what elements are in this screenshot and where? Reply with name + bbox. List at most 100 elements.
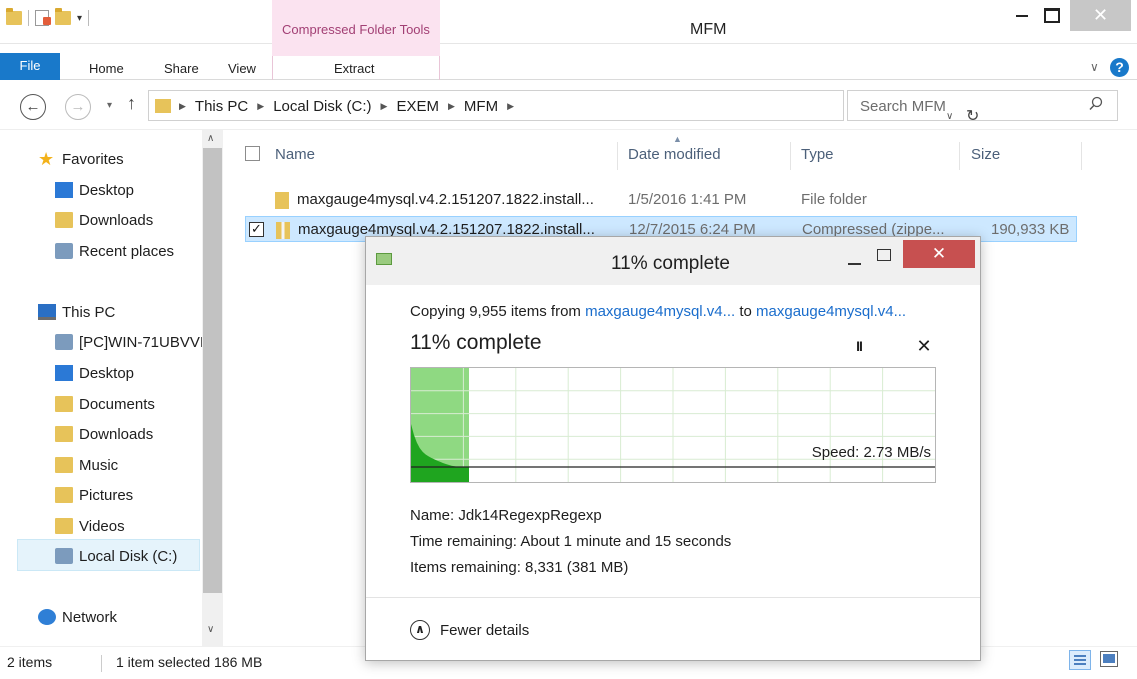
customize-toolbar-icon[interactable]: ▾ — [77, 13, 82, 24]
nav-label: Recent places — [79, 242, 175, 260]
contextual-tab-header: Compressed Folder Tools — [272, 0, 440, 56]
back-button[interactable]: ← — [20, 94, 46, 120]
new-folder-icon[interactable] — [55, 8, 71, 25]
address-bar[interactable]: ▶ This PC ▶ Local Disk (C:) ▶ EXEM ▶ MFM… — [148, 90, 979, 125]
tab-file[interactable]: File — [0, 53, 60, 80]
contextual-tab-label: Compressed Folder Tools — [282, 22, 430, 37]
nav-local-disk[interactable]: Local Disk (C:) — [55, 543, 177, 569]
nav-pictures[interactable]: Pictures — [55, 482, 133, 508]
nav-label: Downloads — [79, 211, 154, 229]
dialog-close-button[interactable]: ✕ — [903, 240, 975, 268]
large-icons-view-button[interactable] — [1100, 651, 1118, 667]
nav-scrollbar-thumb[interactable] — [203, 148, 222, 593]
computer-icon — [38, 304, 56, 320]
breadcrumb-this-pc[interactable]: This PC — [195, 98, 248, 115]
recent-places-icon — [55, 243, 73, 259]
chevron-up-icon: ∧ — [410, 620, 430, 640]
nav-videos[interactable]: Videos — [55, 513, 125, 539]
table-row[interactable]: maxgauge4mysql.v4.2.151207.1822.install.… — [245, 187, 1077, 213]
chevron-right-icon[interactable]: ▶ — [448, 101, 455, 112]
dialog-minimize-button[interactable] — [848, 263, 861, 265]
column-date-modified[interactable]: Date modified — [628, 146, 721, 163]
network-icon — [38, 609, 56, 625]
minimize-button[interactable] — [1007, 0, 1037, 31]
dialog-maximize-button[interactable] — [877, 249, 891, 261]
column-divider[interactable] — [1081, 142, 1082, 170]
fewer-details-button[interactable]: ∧ Fewer details — [410, 620, 529, 640]
details-view-button[interactable] — [1069, 650, 1091, 670]
nav-pc-name[interactable]: [PC]WIN-71UBVVI — [55, 329, 204, 355]
sort-ascending-icon: ▲ — [673, 134, 682, 144]
documents-icon — [55, 396, 73, 412]
dialog-footer: ∧ Fewer details — [366, 597, 980, 660]
destination-link[interactable]: maxgauge4mysql.v4... — [756, 303, 906, 320]
drive-icon — [55, 548, 73, 564]
copy-prefix: Copying 9,955 items from — [410, 303, 586, 320]
source-link[interactable]: maxgauge4mysql.v4... — [585, 303, 735, 320]
address-row: ← → ▾ ↑ ▶ This PC ▶ Local Disk (C:) ▶ EX… — [0, 80, 1137, 130]
nav-recent-places[interactable]: Recent places — [55, 238, 174, 264]
column-type[interactable]: Type — [801, 146, 834, 163]
ribbon-tabs: File Home Share View Extract ∨ ? — [0, 53, 1137, 80]
scroll-down-icon[interactable]: ∨ — [207, 624, 214, 635]
column-divider[interactable] — [959, 142, 960, 170]
toolbar-divider — [28, 10, 29, 26]
copy-description: Copying 9,955 items from maxgauge4mysql.… — [410, 303, 906, 320]
pause-button[interactable]: II — [849, 335, 869, 357]
chevron-right-icon[interactable]: ▶ — [507, 101, 514, 112]
nav-pc-desktop[interactable]: Desktop — [55, 360, 134, 386]
chevron-right-icon[interactable]: ▶ — [381, 101, 388, 112]
nav-favorites[interactable]: ★ Favorites — [38, 146, 124, 172]
nav-documents[interactable]: Documents — [55, 391, 155, 417]
select-all-checkbox[interactable] — [245, 146, 260, 161]
expand-ribbon-icon[interactable]: ∨ — [1090, 60, 1099, 74]
folder-icon — [275, 192, 289, 209]
column-size[interactable]: Size — [971, 146, 1000, 163]
close-button[interactable]: ✕ — [1070, 0, 1131, 31]
speed-graph-canvas — [411, 368, 935, 482]
tab-view[interactable]: View — [228, 56, 256, 80]
tab-home[interactable]: Home — [89, 56, 124, 80]
nav-label: Favorites — [62, 150, 124, 168]
scroll-up-icon[interactable]: ∧ — [207, 133, 214, 144]
breadcrumb-exem[interactable]: EXEM — [396, 98, 439, 115]
progress-percent: 11% complete — [410, 331, 542, 354]
tab-extract[interactable]: Extract — [334, 56, 374, 80]
column-name[interactable]: Name — [275, 146, 315, 163]
search-input[interactable] — [860, 97, 1080, 115]
row-checkbox[interactable]: ✓ — [249, 222, 264, 237]
folder-icon[interactable] — [6, 8, 22, 25]
chevron-right-icon[interactable]: ▶ — [257, 101, 264, 112]
breadcrumb-mfm[interactable]: MFM — [464, 98, 498, 115]
speed-label: Speed: 2.73 MB/s — [811, 444, 931, 461]
nav-label: Network — [62, 608, 118, 626]
nav-downloads[interactable]: Downloads — [55, 207, 153, 233]
nav-label: Documents — [79, 395, 155, 413]
forward-button[interactable]: → — [65, 94, 91, 120]
nav-music[interactable]: Music — [55, 452, 118, 478]
file-list-header: ▲ Name Date modified Type Size — [245, 134, 1105, 170]
tab-share[interactable]: Share — [164, 56, 199, 80]
up-button[interactable]: ↑ — [127, 93, 136, 114]
dialog-title-bar[interactable]: 11% complete ✕ — [366, 237, 980, 285]
column-divider[interactable] — [617, 142, 618, 170]
copy-to-text: to — [735, 303, 757, 320]
breadcrumb-local-disk[interactable]: Local Disk (C:) — [273, 98, 371, 115]
column-divider[interactable] — [790, 142, 791, 170]
properties-icon[interactable] — [35, 10, 51, 26]
window-title: MFM — [690, 21, 727, 38]
search-icon[interactable] — [1088, 96, 1104, 112]
star-icon: ★ — [38, 149, 55, 169]
maximize-button[interactable] — [1037, 0, 1067, 31]
nav-network[interactable]: Network — [38, 604, 117, 630]
nav-pc-downloads[interactable]: Downloads — [55, 421, 153, 447]
breadcrumb: ▶ This PC ▶ Local Disk (C:) ▶ EXEM ▶ MFM… — [179, 98, 514, 115]
chevron-right-icon[interactable]: ▶ — [179, 101, 186, 112]
nav-label: Desktop — [79, 364, 135, 382]
help-icon[interactable]: ? — [1110, 58, 1129, 77]
cancel-button[interactable]: ✕ — [914, 335, 934, 357]
nav-this-pc[interactable]: This PC — [38, 299, 115, 325]
nav-desktop[interactable]: Desktop — [55, 177, 134, 203]
recent-locations-icon[interactable]: ▾ — [107, 100, 112, 111]
search-box[interactable] — [847, 90, 1118, 121]
